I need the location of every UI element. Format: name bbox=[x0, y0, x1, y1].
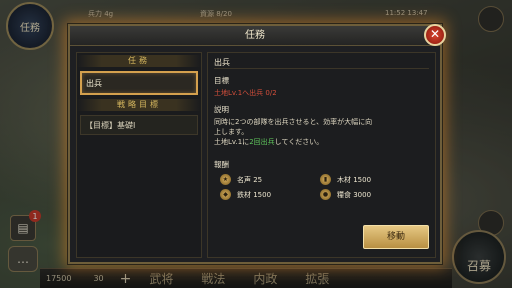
desc-line-1: 同時に2つの部隊を出兵させると、効率が大幅に向 bbox=[214, 118, 373, 126]
reward-item: ◆ 鉄材 1500 bbox=[220, 189, 320, 200]
reward-text: 木材 1500 bbox=[337, 175, 372, 184]
reward-text: 名声 25 bbox=[237, 175, 263, 184]
reward-text: 鉄材 1500 bbox=[237, 190, 272, 199]
desc-label: 説明 bbox=[214, 105, 229, 114]
strategy-item-basic[interactable]: 【目標】基礎Ⅰ bbox=[80, 115, 198, 135]
desc-line-3: 土地Lv.1に2回出兵してください。 bbox=[214, 137, 429, 147]
goal-text: 土地Lv.1へ出兵 0/2 bbox=[214, 89, 277, 97]
iron-icon: ◆ bbox=[220, 189, 231, 200]
reward-item: ★ 名声 25 bbox=[220, 174, 320, 185]
food-icon: ● bbox=[320, 189, 331, 200]
section-strategy: 戦略目標 bbox=[77, 99, 201, 111]
move-button[interactable]: 移動 bbox=[363, 225, 429, 249]
desc-line-3-pre: 土地Lv.1に bbox=[214, 138, 250, 146]
reward-text: 糧食 3000 bbox=[337, 190, 372, 199]
mission-item-dispatch[interactable]: 出兵 bbox=[80, 71, 198, 95]
reward-item: ● 糧食 3000 bbox=[320, 189, 420, 200]
reward-label: 報酬 bbox=[214, 160, 229, 169]
desc-line-2: 上します。 bbox=[214, 128, 249, 136]
desc-line-3-post: してください。 bbox=[274, 138, 324, 146]
description-text: 同時に2つの部隊を出兵させると、効率が大幅に向 上します。 土地Lv.1に2回出… bbox=[214, 117, 429, 147]
dialog-title: 任務 bbox=[70, 26, 440, 46]
mission-dialog: 任務 ✕ 任務 出兵 戦略目標 【目標】基礎Ⅰ 出兵 目標 土地Lv.1へ出兵 … bbox=[68, 24, 446, 264]
reward-grid: ★ 名声 25 ▮ 木材 1500 ◆ 鉄材 1500 ● 糧食 3000 bbox=[220, 174, 429, 200]
section-missions: 任務 bbox=[77, 55, 201, 67]
close-icon[interactable]: ✕ bbox=[424, 24, 446, 46]
fame-icon: ★ bbox=[220, 174, 231, 185]
desc-highlight: 2回出兵 bbox=[249, 138, 275, 146]
reward-item: ▮ 木材 1500 bbox=[320, 174, 420, 185]
wood-icon: ▮ bbox=[320, 174, 331, 185]
goal-label: 目標 bbox=[214, 76, 229, 85]
detail-header: 出兵 bbox=[214, 57, 429, 69]
mission-list-panel: 任務 出兵 戦略目標 【目標】基礎Ⅰ bbox=[76, 52, 202, 258]
mission-detail-panel: 出兵 目標 土地Lv.1へ出兵 0/2 説明 同時に2つの部隊を出兵させると、効… bbox=[207, 52, 436, 258]
